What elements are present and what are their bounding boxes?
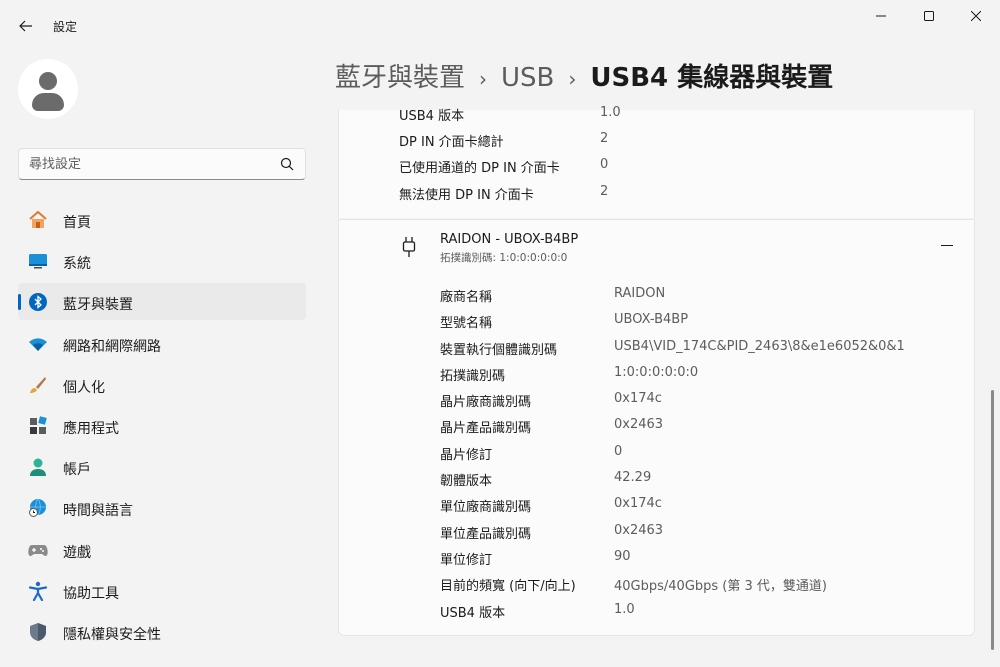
globe-clock-icon <box>29 499 46 518</box>
breadcrumb: 藍牙與裝置 › USB › USB4 集線器與裝置 <box>335 60 833 96</box>
sidebar-item-accounts[interactable]: 帳戶 <box>18 448 306 485</box>
property-value: 1.0 <box>600 105 621 120</box>
search-box[interactable] <box>18 148 306 180</box>
sidebar-item-label: 網路和網際網路 <box>63 338 161 355</box>
sidebar-item-time-language[interactable]: 時間與語言 <box>18 489 306 526</box>
property-label: USB4 版本 <box>440 606 506 621</box>
property-value: 42.29 <box>614 470 652 485</box>
property-label: 型號名稱 <box>440 316 493 331</box>
property-value: USB4\VID_174C&PID_2463\8&e1e6052&0&1 <box>614 339 905 354</box>
breadcrumb-item-bluetooth[interactable]: 藍牙與裝置 <box>335 63 465 93</box>
property-label: 無法使用 DP IN 介面卡 <box>399 188 534 203</box>
breadcrumb-item-usb[interactable]: USB <box>501 63 554 93</box>
sidebar-item-label: 系統 <box>63 256 91 273</box>
avatar[interactable] <box>18 59 78 119</box>
sidebar-item-label: 時間與語言 <box>63 503 133 520</box>
close-icon <box>970 10 982 22</box>
sidebar-item-label: 個人化 <box>63 379 105 396</box>
app-title: 設定 <box>53 20 78 34</box>
property-label: 晶片修訂 <box>440 448 493 463</box>
property-value: RAIDON <box>614 286 666 301</box>
property-label: DP IN 介面卡總計 <box>399 135 504 150</box>
sidebar-item-label: 應用程式 <box>63 420 119 437</box>
title-bar: 設定 <box>0 0 1000 50</box>
minimize-icon <box>876 15 886 17</box>
sidebar-item-home[interactable]: 首頁 <box>18 201 306 238</box>
monitor-icon <box>29 254 47 269</box>
property-label: USB4 版本 <box>399 109 465 124</box>
property-label: 廠商名稱 <box>440 290 493 305</box>
property-label: 晶片產品識別碼 <box>440 421 532 436</box>
property-value: 2 <box>600 131 609 146</box>
breadcrumb-separator: › <box>568 67 577 91</box>
property-label: 晶片廠商識別碼 <box>440 395 532 410</box>
sidebar-item-system[interactable]: 系統 <box>18 242 306 279</box>
gamepad-icon <box>28 544 48 556</box>
property-value: 1:0:0:0:0:0:0 <box>614 365 699 380</box>
property-label: 目前的頻寬 (向下/向上) <box>440 579 576 594</box>
sidebar-nav: 首頁 系統 藍牙與裝置 網路和網際網路 個人化 應用程式 帳戶 時間與語言 遊戲… <box>18 201 306 654</box>
property-value: 0x2463 <box>614 523 664 538</box>
property-label: 單位修訂 <box>440 553 493 568</box>
arrow-left-icon <box>19 20 32 32</box>
sidebar-item-label: 協助工具 <box>63 585 119 602</box>
property-label: 拓撲識別碼 <box>440 369 506 384</box>
maximize-button[interactable] <box>906 6 952 28</box>
property-label: 單位廠商識別碼 <box>440 500 532 515</box>
avatar-body <box>32 93 64 111</box>
property-label: 裝置執行個體識別碼 <box>440 343 558 358</box>
sidebar-item-network[interactable]: 網路和網際網路 <box>18 325 306 362</box>
sidebar-item-personalization[interactable]: 個人化 <box>18 366 306 403</box>
property-value: UBOX-B4BP <box>614 312 689 327</box>
wifi-icon <box>29 337 47 351</box>
device-card: RAIDON - UBOX-B4BP 拓撲識別碼: 1:0:0:0:0:0:0 … <box>338 219 975 636</box>
close-button[interactable] <box>953 6 999 28</box>
search-icon[interactable] <box>279 156 295 172</box>
usb-plug-icon <box>402 237 416 257</box>
minimize-button[interactable] <box>858 6 904 28</box>
apps-icon <box>30 416 47 434</box>
property-value: 40Gbps/40Gbps (第 3 代，雙通道) <box>614 579 827 594</box>
property-value: 90 <box>614 549 631 564</box>
person-icon <box>30 458 46 477</box>
shield-icon <box>30 622 46 641</box>
home-icon <box>29 210 47 228</box>
brush-icon <box>30 376 46 393</box>
sidebar-item-privacy[interactable]: 隱私權與安全性 <box>18 613 306 650</box>
sidebar-item-label: 首頁 <box>63 215 91 231</box>
property-value: 0 <box>600 157 609 172</box>
sidebar-item-bluetooth[interactable]: 藍牙與裝置 <box>18 283 306 321</box>
sidebar-item-apps[interactable]: 應用程式 <box>18 407 306 444</box>
avatar-head <box>39 72 57 90</box>
usb4-host-details-card: USB4 版本 1.0 DP IN 介面卡總計 2 已使用通道的 DP IN 介… <box>338 105 975 218</box>
scrollbar[interactable] <box>991 390 994 650</box>
property-value: 1.0 <box>614 602 635 617</box>
sidebar-item-label: 隱私權與安全性 <box>63 626 161 643</box>
sidebar-item-label: 藍牙與裝置 <box>63 297 133 314</box>
property-label: 單位產品識別碼 <box>440 527 532 542</box>
sidebar-item-label: 遊戲 <box>63 544 91 561</box>
page-title: USB4 集線器與裝置 <box>590 63 834 93</box>
device-name: RAIDON - UBOX-B4BP <box>440 232 579 247</box>
property-value: 0x174c <box>614 496 662 511</box>
property-value: 0x174c <box>614 391 662 406</box>
property-label: 韌體版本 <box>440 474 493 489</box>
breadcrumb-separator: › <box>479 67 488 91</box>
sidebar-item-label: 帳戶 <box>63 462 91 479</box>
sidebar-item-gaming[interactable]: 遊戲 <box>18 531 306 568</box>
property-label: 已使用通道的 DP IN 介面卡 <box>399 161 560 176</box>
property-value: 2 <box>600 184 609 199</box>
search-input[interactable] <box>29 154 269 174</box>
accessibility-icon <box>28 581 48 601</box>
collapse-button[interactable] <box>936 234 958 256</box>
back-button[interactable] <box>14 14 38 38</box>
property-value: 0x2463 <box>614 417 664 432</box>
property-value: 0 <box>614 444 623 459</box>
minus-icon <box>941 245 953 247</box>
device-topology-id: 拓撲識別碼: 1:0:0:0:0:0:0 <box>440 252 568 264</box>
maximize-icon <box>924 11 934 21</box>
bluetooth-icon <box>29 293 47 312</box>
sidebar-item-accessibility[interactable]: 協助工具 <box>18 572 306 609</box>
